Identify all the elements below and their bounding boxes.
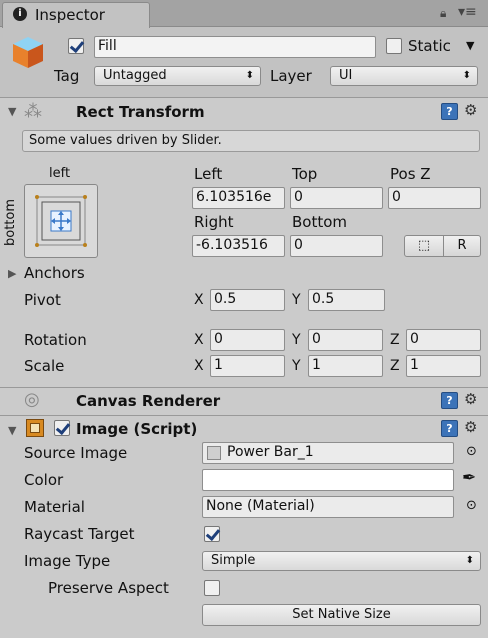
anchor-preset-button[interactable] — [24, 184, 98, 258]
canvas-renderer-icon: ◎ — [24, 389, 40, 410]
anchors-foldout-icon[interactable]: ▶ — [8, 267, 16, 280]
layer-dropdown[interactable]: UI ⬍ — [330, 66, 478, 86]
scale-y-field[interactable]: 1 — [308, 355, 383, 377]
pivot-y-label: Y — [292, 292, 301, 308]
anchor-top-label: left — [49, 166, 71, 181]
source-image-value: Power Bar_1 — [227, 444, 314, 460]
image-type-dropdown[interactable]: Simple ⬍ — [202, 551, 481, 571]
layer-value: UI — [339, 68, 353, 83]
image-header[interactable] — [0, 416, 488, 444]
bottom-field[interactable]: 0 — [290, 235, 383, 257]
foldout-arrow-icon[interactable]: ▼ — [8, 424, 16, 437]
scale-z-label: Z — [390, 358, 400, 374]
layer-label: Layer — [270, 67, 312, 85]
anchors-label[interactable]: Anchors — [24, 264, 85, 282]
rect-transform-header[interactable] — [0, 98, 488, 126]
preserve-aspect-label: Preserve Aspect — [48, 579, 169, 597]
top-field[interactable]: 0 — [290, 187, 383, 209]
rotation-z-field[interactable]: 0 — [406, 329, 481, 351]
source-image-field[interactable]: Power Bar_1 — [202, 442, 454, 464]
scale-x-field[interactable]: 1 — [210, 355, 285, 377]
tab-title: Inspector — [35, 6, 105, 24]
inspector-tab[interactable]: i Inspector — [2, 2, 150, 28]
material-field[interactable]: None (Material) — [202, 496, 454, 518]
anchor-side-label: bottom — [3, 198, 18, 246]
rect-transform-icon: ⁂ — [24, 101, 42, 122]
menu-icon[interactable]: ▾≡ — [458, 4, 477, 20]
help-icon[interactable]: ? — [441, 103, 458, 120]
object-picker-icon[interactable]: ⊙ — [466, 498, 477, 513]
bottom-label: Bottom — [292, 213, 348, 231]
blueprint-icon: ⬚ — [417, 238, 431, 253]
scale-label: Scale — [24, 357, 65, 375]
raycast-checkbox[interactable] — [204, 526, 220, 542]
left-field[interactable]: 6.103516e — [192, 187, 285, 209]
object-picker-icon[interactable]: ⊙ — [466, 444, 477, 459]
image-type-label: Image Type — [24, 552, 111, 570]
material-label: Material — [24, 498, 85, 516]
raw-edit-label: R — [457, 238, 467, 253]
gear-icon[interactable]: ⚙ — [464, 419, 477, 436]
pivot-x-label: X — [194, 292, 204, 308]
sprite-icon — [207, 446, 221, 460]
driven-note: Some values driven by Slider. — [22, 130, 480, 152]
image-component-icon — [26, 419, 44, 437]
source-image-label: Source Image — [24, 444, 128, 462]
foldout-arrow-icon[interactable]: ▼ — [8, 105, 16, 118]
canvas-renderer-title: Canvas Renderer — [76, 392, 221, 410]
pivot-y-field[interactable]: 0.5 — [308, 289, 385, 311]
image-enabled-checkbox[interactable] — [54, 420, 70, 436]
rotation-x-label: X — [194, 332, 204, 348]
dropdown-arrows-icon: ⬍ — [462, 70, 471, 81]
rect-transform-title: Rect Transform — [76, 103, 205, 121]
tag-value: Untagged — [103, 68, 167, 83]
help-icon[interactable]: ? — [441, 420, 458, 437]
active-checkbox[interactable] — [68, 38, 84, 54]
set-native-size-button[interactable]: Set Native Size — [202, 604, 481, 626]
posz-label: Pos Z — [390, 165, 431, 183]
static-label: Static — [408, 37, 451, 55]
gear-icon[interactable]: ⚙ — [464, 102, 477, 119]
right-field[interactable]: -6.103516 — [192, 235, 285, 257]
rotation-y-field[interactable]: 0 — [308, 329, 383, 351]
tag-label: Tag — [54, 67, 80, 85]
driven-note-text: Some values driven by Slider. — [29, 133, 222, 148]
pivot-label: Pivot — [24, 291, 61, 309]
canvas-renderer-section[interactable] — [0, 387, 488, 415]
scale-x-label: X — [194, 358, 204, 374]
static-dropdown-icon[interactable]: ▼ — [466, 39, 474, 52]
object-name-field[interactable]: Fill — [94, 36, 376, 58]
help-icon[interactable]: ? — [441, 392, 458, 409]
rotation-z-label: Z — [390, 332, 400, 348]
rotation-x-field[interactable]: 0 — [210, 329, 285, 351]
color-label: Color — [24, 471, 64, 489]
static-checkbox[interactable] — [386, 38, 402, 54]
rotation-y-label: Y — [292, 332, 301, 348]
rotation-label: Rotation — [24, 331, 87, 349]
set-native-size-label: Set Native Size — [292, 607, 391, 622]
preserve-aspect-checkbox[interactable] — [204, 580, 220, 596]
image-type-value: Simple — [211, 553, 256, 568]
top-label: Top — [292, 165, 318, 183]
gameobject-icon — [10, 34, 46, 70]
dropdown-arrows-icon: ⬍ — [245, 70, 254, 81]
eyedropper-icon[interactable]: ✒ — [462, 468, 476, 488]
color-field[interactable] — [202, 469, 454, 491]
pivot-x-field[interactable]: 0.5 — [210, 289, 285, 311]
tag-dropdown[interactable]: Untagged ⬍ — [94, 66, 261, 86]
gear-icon[interactable]: ⚙ — [464, 391, 477, 408]
left-label: Left — [194, 165, 223, 183]
info-icon: i — [13, 7, 27, 21]
image-title: Image (Script) — [76, 420, 198, 438]
dropdown-arrows-icon: ⬍ — [465, 555, 474, 566]
posz-field[interactable]: 0 — [388, 187, 481, 209]
blueprint-mode-button[interactable]: ⬚ — [404, 235, 444, 257]
scale-z-field[interactable]: 1 — [406, 355, 481, 377]
right-label: Right — [194, 213, 234, 231]
raw-edit-button[interactable]: R — [443, 235, 481, 257]
raycast-label: Raycast Target — [24, 525, 135, 543]
scale-y-label: Y — [292, 358, 301, 374]
lock-icon[interactable]: 🔒︎ — [440, 6, 446, 21]
